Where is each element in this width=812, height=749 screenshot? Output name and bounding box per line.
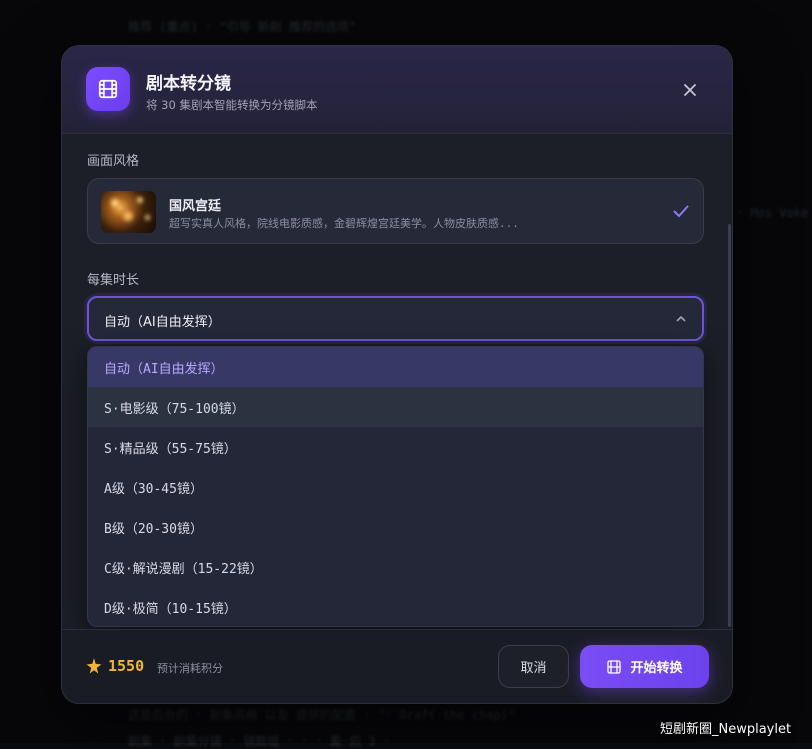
modal-footer: 1550 预计消耗积分 取消 开始转换 xyxy=(62,629,732,704)
duration-select[interactable]: 自动（AI自由发挥） xyxy=(87,296,704,341)
modal-subtitle: 将 30 集剧本智能转换为分镜脚本 xyxy=(146,97,317,113)
dropdown-option-a[interactable]: A级（30-45镜） xyxy=(88,467,703,507)
style-card[interactable]: 国风宫廷 超写实真人风格，院线电影质感，金碧辉煌宫廷美学。人物皮肤质感... xyxy=(87,178,704,244)
close-button[interactable] xyxy=(676,76,704,104)
start-convert-label: 开始转换 xyxy=(630,657,682,676)
modal-scrollbar[interactable] xyxy=(728,224,731,627)
sparkle-icon xyxy=(85,657,103,675)
close-icon xyxy=(682,82,698,98)
dropdown-option-s-cinema[interactable]: S·电影级（75-100镜） xyxy=(88,387,703,427)
style-description: 超写实真人风格，院线电影质感，金碧辉煌宫廷美学。人物皮肤质感... xyxy=(169,215,519,231)
modal-header: 剧本转分镜 将 30 集剧本智能转换为分镜脚本 xyxy=(62,46,732,134)
style-section-label: 画面风格 xyxy=(87,150,139,169)
storyboard-modal: 剧本转分镜 将 30 集剧本智能转换为分镜脚本 画面风格 国风宫廷 超写实真人风… xyxy=(61,45,733,704)
start-convert-button[interactable]: 开始转换 xyxy=(580,645,709,688)
modal-title: 剧本转分镜 xyxy=(146,69,231,94)
chevron-up-icon xyxy=(674,312,688,326)
dropdown-option-d[interactable]: D级·极简（10-15镜） xyxy=(88,587,703,627)
dropdown-option-c[interactable]: C级·解说漫剧（15-22镜） xyxy=(88,547,703,587)
watermark: 短剧新圈_Newplaylet xyxy=(660,718,791,737)
style-thumbnail xyxy=(101,191,156,233)
style-name: 国风宫廷 xyxy=(169,195,221,214)
credits-value: 1550 xyxy=(108,657,144,675)
film-icon xyxy=(86,67,130,111)
dropdown-option-s-premium[interactable]: S·精品级（55-75镜） xyxy=(88,427,703,467)
cancel-button[interactable]: 取消 xyxy=(498,645,569,688)
dropdown-option-b[interactable]: B级（20-30镜） xyxy=(88,507,703,547)
duration-select-value: 自动（AI自由发挥） xyxy=(104,311,221,330)
duration-section-label: 每集时长 xyxy=(87,269,139,288)
duration-dropdown: 自动（AI自由发挥） S·电影级（75-100镜） S·精品级（55-75镜） … xyxy=(87,346,704,627)
credits-label: 预计消耗积分 xyxy=(157,660,223,676)
film-icon xyxy=(606,659,622,675)
check-icon xyxy=(671,201,691,221)
dropdown-option-auto[interactable]: 自动（AI自由发挥） xyxy=(88,347,703,387)
